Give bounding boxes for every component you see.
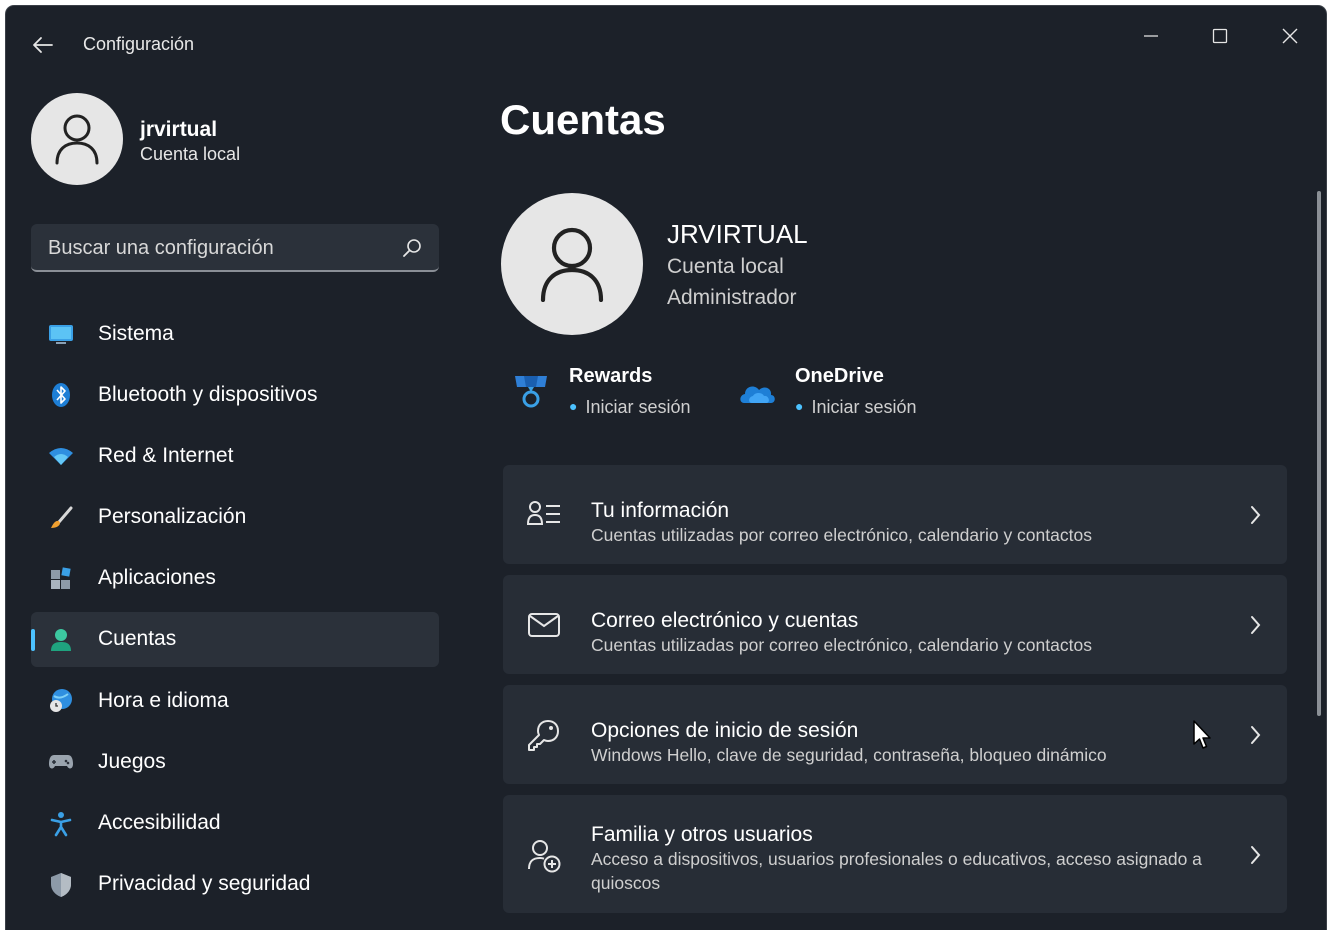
settings-window: Configuración jrvirtual Cuenta local Bus…	[6, 6, 1326, 930]
sidebar-item-sistema[interactable]: Sistema	[31, 306, 439, 361]
sidebar-item-label: Privacidad y seguridad	[98, 872, 311, 896]
status-dot: ●	[795, 398, 804, 414]
sidebar-item-label: Sistema	[98, 321, 174, 345]
card-tu-informacion[interactable]: Tu información Cuentas utilizadas por co…	[503, 465, 1287, 564]
status-dot: ●	[569, 398, 578, 414]
card-title: Familia y otros usuarios	[591, 823, 813, 846]
sidebar-item-label: Red & Internet	[98, 443, 234, 467]
profile-account-type: Cuenta local	[140, 144, 241, 164]
user-icon	[540, 227, 604, 302]
apps-icon	[48, 566, 74, 592]
service-signin-link[interactable]: Iniciar sesión	[811, 397, 916, 417]
sidebar-item-label: Accesibilidad	[98, 811, 221, 834]
account-avatar[interactable]	[501, 193, 643, 335]
service-name: OneDrive	[795, 365, 884, 387]
chevron-right-icon	[1251, 616, 1261, 634]
card-correo-cuentas[interactable]: Correo electrónico y cuentas Cuentas uti…	[503, 575, 1287, 674]
sidebar-item-accesibilidad[interactable]: Accesibilidad	[31, 796, 439, 851]
card-description: Acceso a dispositivos, usuarios profesio…	[591, 849, 1202, 893]
title-bar: Configuración	[6, 6, 1326, 82]
chevron-right-icon	[1251, 726, 1261, 744]
close-icon	[1282, 28, 1298, 44]
sidebar-item-label: Juegos	[98, 749, 166, 773]
close-button[interactable]	[1266, 18, 1314, 54]
brush-icon	[48, 505, 74, 531]
sidebar-item-privacidad[interactable]: Privacidad y seguridad	[31, 857, 439, 912]
account-type: Cuenta local	[667, 255, 784, 278]
card-title: Correo electrónico y cuentas	[591, 609, 859, 632]
profile-avatar[interactable]	[31, 93, 123, 185]
arrow-left-icon	[33, 37, 53, 53]
search-placeholder: Buscar una configuración	[48, 237, 274, 259]
sidebar-item-bluetooth[interactable]: Bluetooth y dispositivos	[31, 367, 439, 422]
rewards-service[interactable]: Rewards ● Iniciar sesión	[512, 363, 712, 423]
sidebar-item-red[interactable]: Red & Internet	[31, 428, 439, 483]
bluetooth-icon	[48, 382, 74, 408]
sidebar-item-label: Hora e idioma	[98, 688, 229, 712]
maximize-button[interactable]	[1196, 18, 1244, 54]
gamepad-icon	[48, 749, 74, 775]
search-input[interactable]: Buscar una configuración	[31, 224, 439, 272]
chevron-right-icon	[1251, 506, 1261, 524]
account-role: Administrador	[667, 286, 797, 309]
account-name: JRVIRTUAL	[667, 219, 808, 249]
search-icon	[403, 239, 421, 257]
card-title: Opciones de inicio de sesión	[591, 719, 859, 742]
service-signin-link[interactable]: Iniciar sesión	[585, 397, 690, 417]
person-info-icon	[525, 495, 563, 533]
sidebar-item-personalizacion[interactable]: Personalización	[31, 490, 439, 545]
selection-indicator	[31, 628, 35, 651]
sidebar-item-juegos[interactable]: Juegos	[31, 734, 439, 789]
sidebar-item-label: Personalización	[98, 505, 247, 529]
service-name: Rewards	[569, 365, 653, 387]
person-add-icon	[525, 837, 563, 875]
user-icon	[55, 114, 99, 165]
sidebar-nav: Sistema Bluetooth y dispositivos Red & I…	[31, 306, 439, 918]
mouse-cursor-icon	[1193, 720, 1211, 749]
sidebar-item-label: Bluetooth y dispositivos	[98, 382, 318, 406]
minimize-icon	[1144, 35, 1158, 37]
key-icon	[525, 716, 563, 754]
card-description: Windows Hello, clave de seguridad, contr…	[591, 745, 1107, 765]
sidebar-item-cuentas[interactable]: Cuentas	[31, 611, 439, 667]
rewards-medal-icon	[515, 376, 547, 408]
sidebar-item-label: Aplicaciones	[98, 566, 216, 590]
card-title: Tu información	[591, 499, 730, 522]
monitor-icon	[48, 321, 74, 347]
globe-clock-icon	[48, 688, 74, 714]
scrollbar[interactable]	[1317, 191, 1321, 716]
person-icon	[48, 627, 74, 653]
card-opciones-inicio-sesion[interactable]: Opciones de inicio de sesión Windows Hel…	[503, 685, 1287, 784]
accessibility-icon	[48, 811, 74, 837]
maximize-icon	[1212, 28, 1228, 44]
card-description: Cuentas utilizadas por correo electrónic…	[591, 525, 1092, 545]
wifi-icon	[48, 443, 74, 469]
card-description: Cuentas utilizadas por correo electrónic…	[591, 635, 1092, 655]
app-title: Configuración	[83, 34, 195, 54]
sidebar-item-aplicaciones[interactable]: Aplicaciones	[31, 551, 439, 606]
chevron-right-icon	[1251, 846, 1261, 864]
minimize-button[interactable]	[1127, 18, 1175, 54]
profile-name: jrvirtual	[140, 118, 218, 141]
sidebar-item-hora-idioma[interactable]: Hora e idioma	[31, 673, 439, 728]
sidebar-item-label: Cuentas	[98, 627, 177, 651]
page-title: Cuentas	[500, 96, 666, 143]
shield-icon	[48, 872, 74, 898]
back-button[interactable]	[30, 32, 56, 58]
service-status[interactable]: ● Iniciar sesión	[795, 397, 917, 418]
mail-icon	[525, 606, 563, 644]
onedrive-service[interactable]: OneDrive ● Iniciar sesión	[738, 363, 938, 423]
service-status[interactable]: ● Iniciar sesión	[569, 397, 691, 418]
card-familia-usuarios[interactable]: Familia y otros usuarios Acceso a dispos…	[503, 795, 1287, 913]
onedrive-cloud-icon	[740, 386, 775, 403]
